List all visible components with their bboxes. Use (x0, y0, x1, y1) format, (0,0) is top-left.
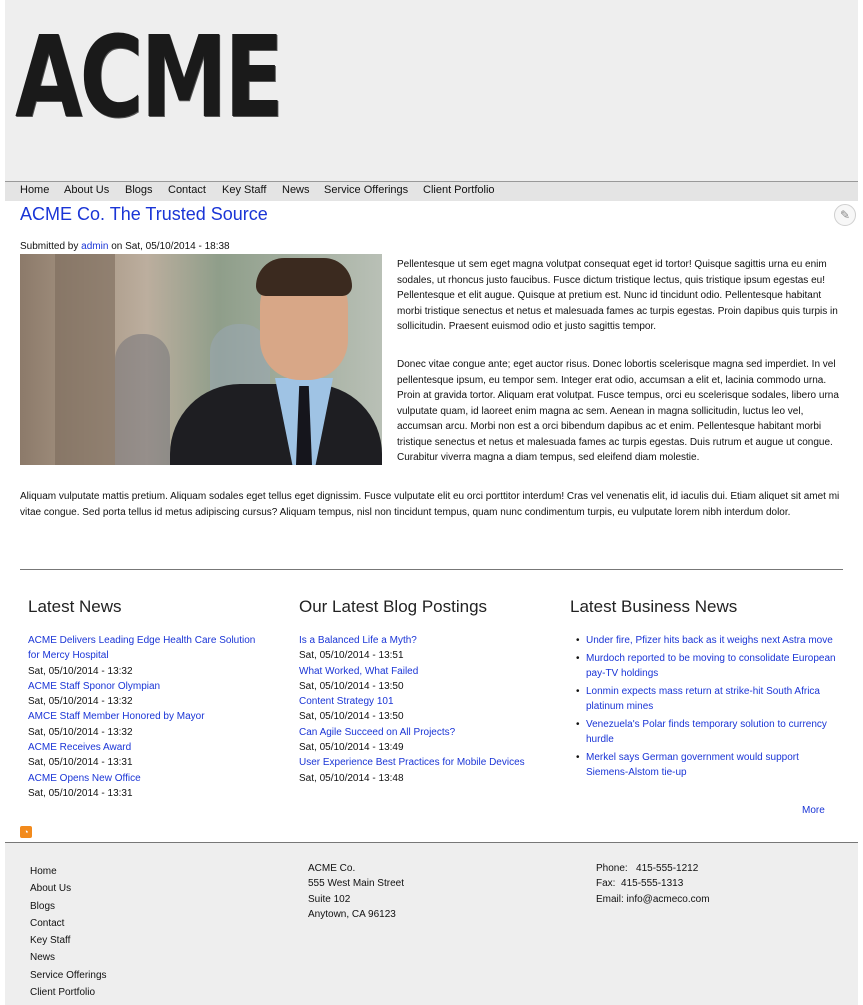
more-link[interactable]: More (802, 805, 825, 816)
author-link[interactable]: admin (81, 241, 108, 252)
nav-service-offerings[interactable]: Service Offerings (324, 184, 408, 196)
footer-contact: Phone: 415-555-1212 Fax: 415-555-1313 Em… (596, 861, 710, 907)
blog-link[interactable]: Can Agile Succeed on All Projects? (299, 725, 525, 740)
nav-contact[interactable]: Contact (168, 184, 206, 196)
nav-home[interactable]: Home (20, 184, 49, 196)
latest-news-list: ACME Delivers Leading Edge Health Care S… (28, 633, 255, 801)
news-link[interactable]: ACME Delivers Leading Edge Health Care S… (28, 633, 255, 648)
divider (20, 569, 843, 570)
nav-about-us[interactable]: About Us (64, 184, 109, 196)
news-link[interactable]: AMCE Staff Member Honored by Mayor (28, 709, 255, 724)
news-link[interactable]: ACME Opens New Office (28, 771, 255, 786)
business-news-list: • Under fire, Pfizer hits back as it weig… (572, 633, 842, 783)
news-date: Sat, 05/10/2014 - 13:32 (28, 696, 133, 708)
news-link[interactable]: ACME Receives Award (28, 740, 255, 755)
footer-link-contact[interactable]: Contact (30, 915, 107, 932)
address-line: ACME Co. (308, 863, 356, 874)
news-link-cont[interactable]: for Mercy Hospital (28, 648, 255, 663)
blog-link[interactable]: User Experience Best Practices for Mobil… (299, 755, 525, 770)
blog-list: Is a Balanced Life a Myth? Sat, 05/10/20… (299, 633, 525, 786)
nav-news[interactable]: News (282, 184, 310, 196)
article-photo (20, 254, 382, 465)
blog-link[interactable]: Content Strategy 101 (299, 694, 525, 709)
rss-icon[interactable]: ◔ (20, 826, 32, 838)
footer-link-about-us[interactable]: About Us (30, 880, 107, 897)
news-date: Sat, 05/10/2014 - 13:32 (28, 726, 133, 738)
blog-title: Our Latest Blog Postings (299, 597, 488, 616)
submitted-info: Submitted by admin on Sat, 05/10/2014 - … (20, 241, 230, 252)
footer-link-news[interactable]: News (30, 949, 107, 966)
nav-key-staff[interactable]: Key Staff (222, 184, 266, 196)
news-date: Sat, 05/10/2014 - 13:32 (28, 665, 133, 677)
address-line: 555 West Main Street (308, 878, 404, 890)
business-news-item[interactable]: • Murdoch reported to be moving to consol… (572, 651, 842, 682)
business-news-title: Latest Business News (570, 597, 738, 616)
pencil-icon[interactable]: ✎ (834, 204, 856, 226)
site-logo[interactable]: ACME (15, 3, 284, 153)
news-date: Sat, 05/10/2014 - 13:31 (28, 787, 133, 799)
nav-blogs[interactable]: Blogs (125, 184, 153, 196)
blog-link[interactable]: Is a Balanced Life a Myth? (299, 633, 525, 648)
business-news-item[interactable]: • Under fire, Pfizer hits back as it weig… (572, 633, 842, 649)
blog-date: Sat, 05/10/2014 - 13:50 (299, 680, 404, 692)
footer-nav: Home About Us Blogs Contact Key Staff Ne… (30, 863, 107, 1001)
footer-address: ACME Co. 555 West Main Street Suite 102 … (308, 861, 404, 922)
news-date: Sat, 05/10/2014 - 13:31 (28, 757, 133, 769)
blog-link[interactable]: What Worked, What Failed (299, 664, 525, 679)
business-news-item[interactable]: • Lonmin expects mass return at strike-hi… (572, 684, 842, 715)
footer-link-key-staff[interactable]: Key Staff (30, 932, 107, 949)
site-footer (5, 842, 858, 1005)
blog-date: Sat, 05/10/2014 - 13:50 (299, 711, 404, 723)
submitted-prefix: Submitted by (20, 241, 79, 252)
email-line: Email: info@acmeco.com (596, 893, 710, 905)
news-link[interactable]: ACME Staff Sponor Olympian (28, 679, 255, 694)
footer-link-blogs[interactable]: Blogs (30, 898, 107, 915)
address-line: Anytown, CA 96123 (308, 908, 396, 920)
blog-date: Sat, 05/10/2014 - 13:51 (299, 650, 404, 662)
business-news-item[interactable]: • Merkel says German government would sup… (572, 750, 842, 781)
footer-link-service-offerings[interactable]: Service Offerings (30, 967, 107, 984)
phone-line: Phone: 415-555-1212 (596, 863, 699, 874)
business-news-item[interactable]: • Venezuela's Polar finds temporary solut… (572, 717, 842, 748)
latest-news-title: Latest News (28, 597, 122, 616)
footer-link-client-portfolio[interactable]: Client Portfolio (30, 984, 107, 1001)
article-paragraph-1: Pellentesque ut sem eget magna volutpat … (397, 259, 838, 332)
blog-date: Sat, 05/10/2014 - 13:48 (299, 772, 404, 784)
nav-client-portfolio[interactable]: Client Portfolio (423, 184, 495, 196)
address-line: Suite 102 (308, 893, 351, 905)
page-title: ACME Co. The Trusted Source (20, 204, 268, 224)
fax-line: Fax: 415-555-1313 (596, 878, 684, 890)
submitted-date: on Sat, 05/10/2014 - 18:38 (111, 241, 230, 252)
article-paragraph-3: Aliquam vulputate mattis pretium. Aliqua… (20, 491, 840, 518)
article-paragraph-2: Donec vitae congue ante; eget auctor ris… (397, 359, 839, 463)
main-nav: Home About Us Blogs Contact Key Staff Ne… (5, 181, 858, 202)
footer-link-home[interactable]: Home (30, 863, 107, 880)
blog-date: Sat, 05/10/2014 - 13:49 (299, 742, 404, 754)
